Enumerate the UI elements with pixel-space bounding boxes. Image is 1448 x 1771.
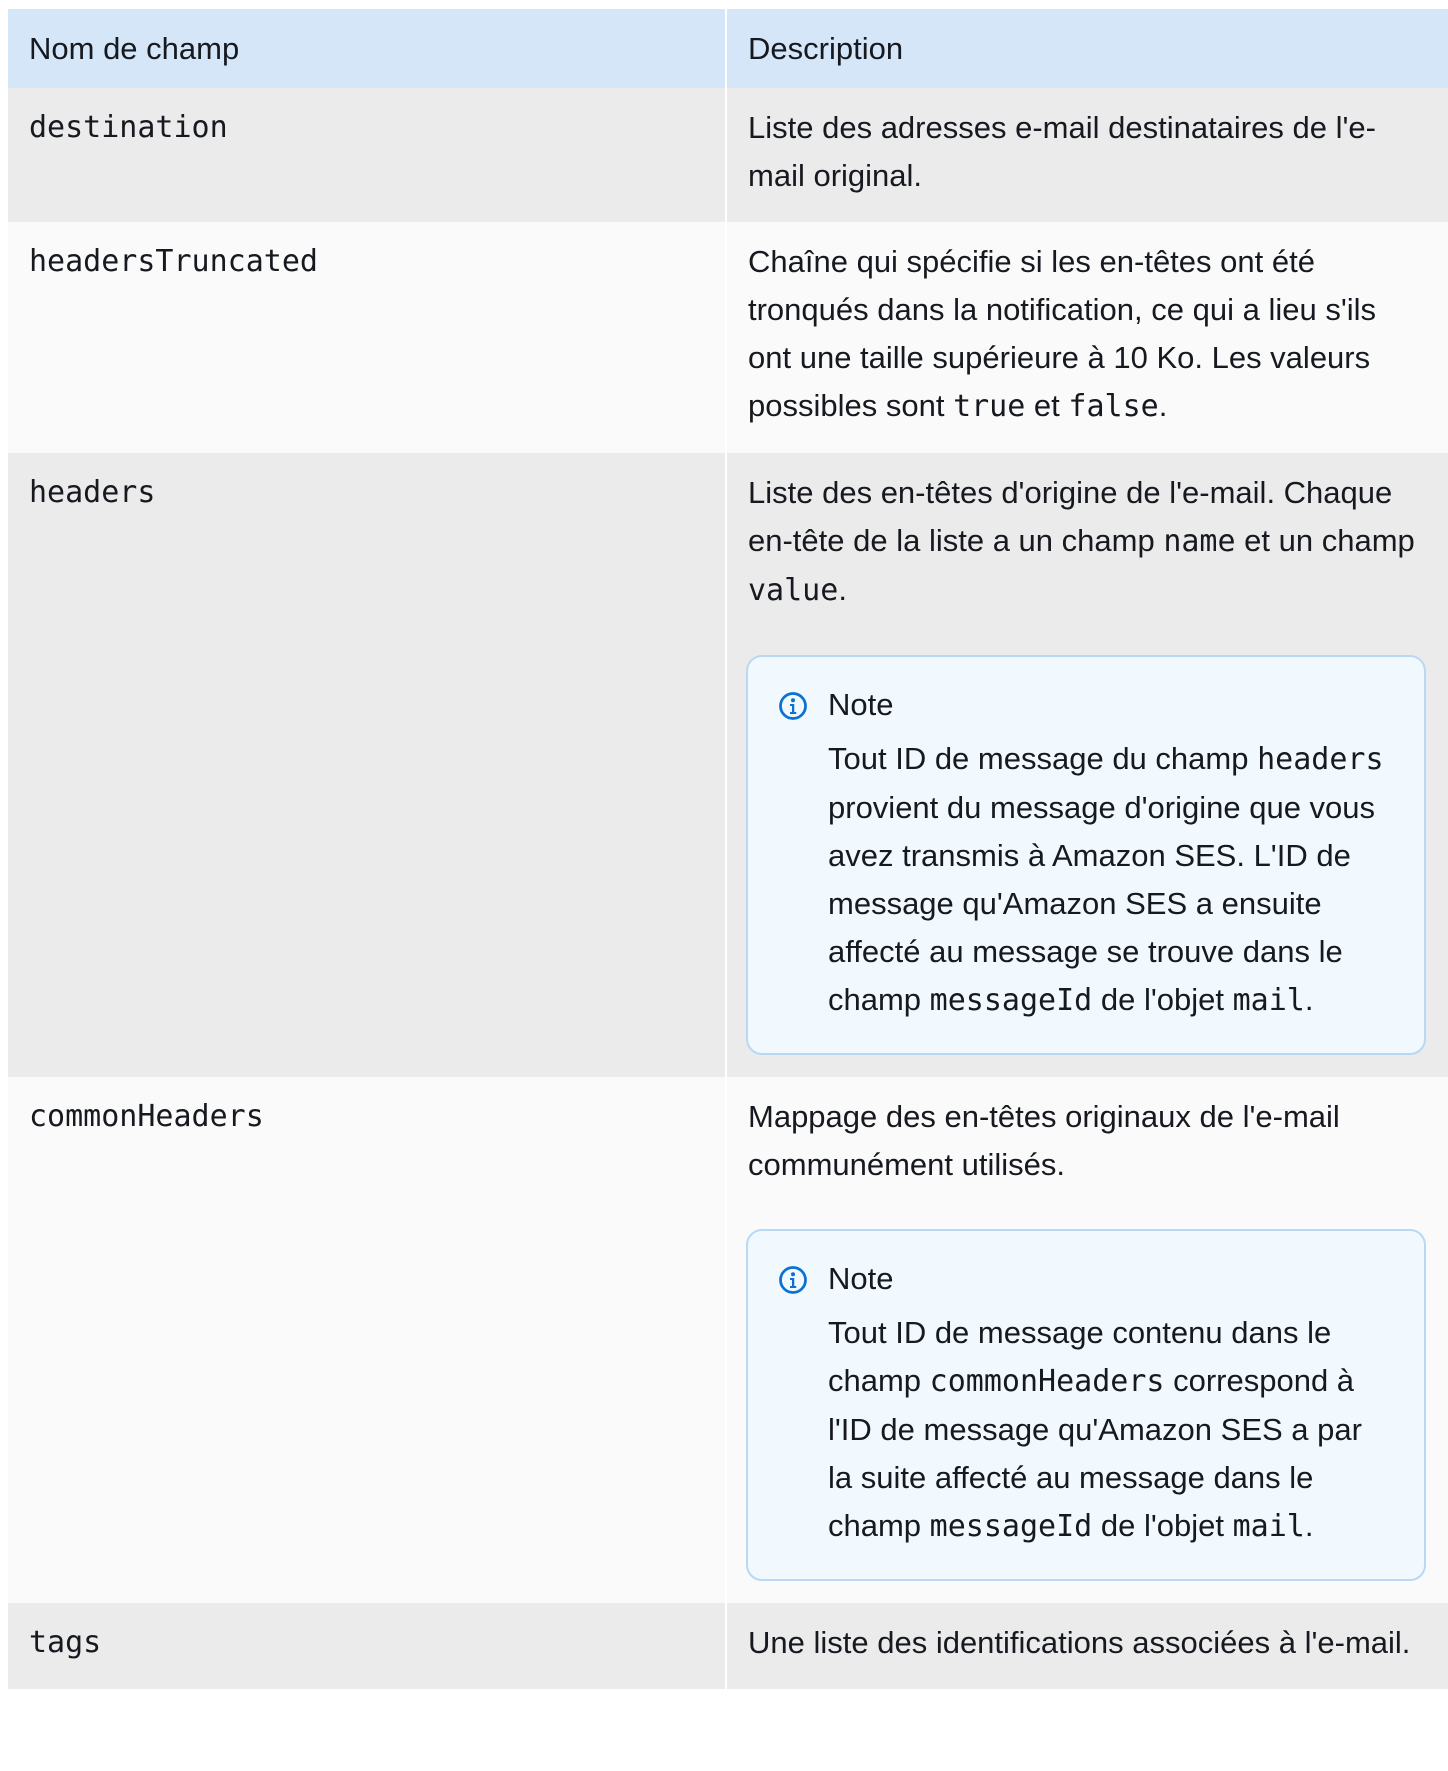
note-text-segment: . (1304, 982, 1314, 1017)
description-cell: Chaîne qui spécifie si les en-têtes ont … (726, 222, 1448, 453)
table-header-row: Nom de champ Description (8, 9, 1448, 88)
inline-code: false (1068, 389, 1159, 424)
description-text-segment: . (1158, 388, 1168, 423)
field-name-cell: headers (8, 453, 727, 1077)
field-table: Nom de champ Description destination Lis… (8, 9, 1448, 1689)
note-body: Tout ID de message contenu dans le champ… (828, 1309, 1394, 1551)
description-text-segment: Une liste des identifications associées … (748, 1625, 1411, 1660)
description-text: Une liste des identifications associées … (748, 1619, 1426, 1667)
field-table-container: Nom de champ Description destination Lis… (8, 9, 1448, 1689)
note-text-segment: de l'objet (1092, 1508, 1233, 1543)
note-header: Note (779, 683, 1394, 727)
table-row: tags Une liste des identifications assoc… (8, 1603, 1448, 1689)
table-row: commonHeaders Mappage des en-têtes origi… (8, 1077, 1448, 1603)
description-text-segment: et (1025, 388, 1069, 423)
description-text-segment: . (838, 572, 847, 607)
column-header-field-name: Nom de champ (8, 9, 727, 88)
note-title: Note (828, 687, 894, 722)
description-cell: Liste des en-têtes d'origine de l'e-mail… (726, 453, 1448, 1077)
description-text-segment: Liste des adresses e-mail destinataires … (748, 110, 1376, 193)
info-circle-icon (779, 692, 807, 720)
column-header-description: Description (726, 9, 1448, 88)
description-text-segment: Mappage des en-têtes originaux de l'e-ma… (748, 1099, 1340, 1182)
note-text-segment: Tout ID de message du champ (828, 741, 1258, 776)
description-text: Liste des adresses e-mail destinataires … (748, 104, 1426, 200)
inline-code: messageId (929, 983, 1093, 1018)
inline-code: commonHeaders (929, 1364, 1165, 1399)
description-cell: Mappage des en-têtes originaux de l'e-ma… (726, 1077, 1448, 1603)
note-title: Note (828, 1261, 894, 1296)
info-circle-icon (779, 1266, 807, 1294)
inline-code: true (953, 389, 1026, 424)
inline-code: messageId (929, 1509, 1093, 1544)
field-name-cell: headersTruncated (8, 222, 727, 453)
description-text: Liste des en-têtes d'origine de l'e-mail… (748, 469, 1426, 615)
description-cell: Une liste des identifications associées … (726, 1603, 1448, 1689)
description-text: Chaîne qui spécifie si les en-têtes ont … (748, 238, 1426, 431)
field-name-cell: tags (8, 1603, 727, 1689)
note-text-segment: de l'objet (1092, 982, 1233, 1017)
note-text-segment: . (1304, 1508, 1314, 1543)
inline-code: mail (1232, 983, 1305, 1018)
table-row: headersTruncated Chaîne qui spécifie si … (8, 222, 1448, 453)
description-text: Mappage des en-têtes originaux de l'e-ma… (748, 1093, 1426, 1189)
note-body: Tout ID de message du champ headers prov… (828, 735, 1394, 1025)
field-name-cell: commonHeaders (8, 1077, 727, 1603)
note-box: Note Tout ID de message contenu dans le … (746, 1229, 1426, 1581)
table-row: destination Liste des adresses e-mail de… (8, 88, 1448, 222)
inline-code: mail (1232, 1509, 1305, 1544)
description-cell: Liste des adresses e-mail destinataires … (726, 88, 1448, 222)
table-row: headers Liste des en-têtes d'origine de … (8, 453, 1448, 1077)
inline-code: headers (1257, 742, 1384, 777)
inline-code: name (1163, 524, 1236, 559)
field-name-cell: destination (8, 88, 727, 222)
description-text-segment: et un champ (1235, 523, 1415, 558)
note-header: Note (779, 1257, 1394, 1301)
inline-code: value (748, 573, 839, 608)
note-box: Note Tout ID de message du champ headers… (746, 655, 1426, 1055)
